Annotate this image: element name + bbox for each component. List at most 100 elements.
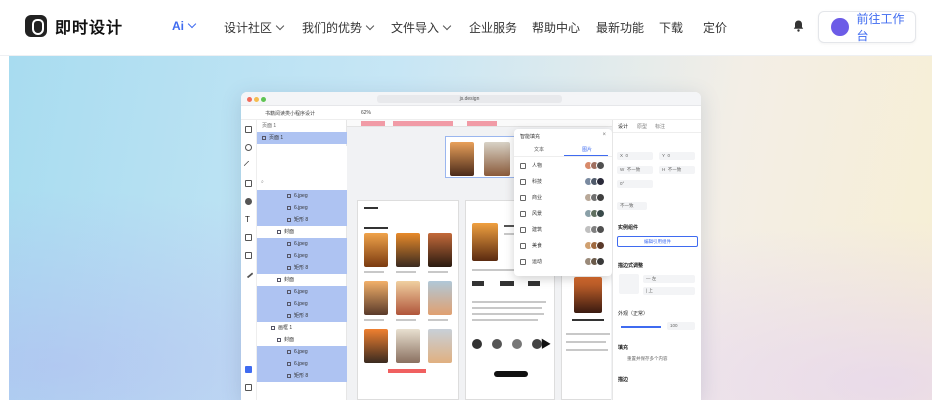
tab-prototype[interactable]: 原型 — [637, 123, 647, 130]
layers-tab-icon[interactable] — [245, 366, 252, 373]
image-tool-icon[interactable] — [245, 234, 252, 241]
chevron-down-icon — [365, 21, 375, 30]
layer-row[interactable]: 矩形 8 — [257, 214, 347, 226]
logo-icon — [25, 15, 47, 37]
nav-download[interactable]: 下载 — [659, 19, 683, 36]
avatar — [831, 18, 849, 36]
category-food[interactable]: 美食 — [520, 239, 606, 253]
fill-section-title: 填充 — [618, 345, 629, 351]
logo[interactable]: 即时设计 — [25, 14, 123, 38]
edit-component-button[interactable]: 编辑引用组件 — [617, 236, 698, 247]
layer-row[interactable]: 6.jpeg — [257, 202, 347, 214]
tab-design[interactable]: 设计 — [618, 123, 628, 130]
text-tool-icon[interactable]: T — [245, 216, 252, 224]
opacity-field[interactable]: 100 — [667, 322, 695, 330]
line-tool-icon[interactable] — [243, 160, 254, 171]
assets-tab-icon[interactable] — [245, 384, 252, 391]
layer-row[interactable]: 6.jpeg — [257, 286, 347, 298]
phone-frame-reader[interactable] — [561, 270, 611, 400]
radius-field[interactable]: 不一致 — [617, 202, 647, 210]
tab-text[interactable]: 文本 — [534, 146, 544, 153]
logo-text: 即时设计 — [55, 20, 124, 37]
close-icon[interactable]: × — [602, 132, 606, 138]
url-bar[interactable]: js.design — [377, 95, 562, 103]
layer-row[interactable]: 6.jpeg — [257, 358, 347, 370]
image-icon — [287, 241, 291, 246]
layer-row[interactable]: 矩形 8 — [257, 262, 347, 274]
ai-panel-title: 智能填充 — [520, 134, 541, 140]
horizontal-ruler — [347, 120, 612, 127]
search-field[interactable]: ⌕ — [257, 176, 347, 188]
chevron-down-icon — [275, 21, 285, 30]
category-sports[interactable]: 运动 — [520, 255, 606, 269]
rotation-field[interactable]: 0° — [617, 180, 653, 188]
layer-row[interactable]: 封面 — [257, 274, 347, 286]
mountain-icon — [520, 211, 526, 217]
nav-pricing[interactable]: 定价 — [703, 19, 727, 36]
close-dot[interactable] — [247, 97, 252, 102]
layer-row[interactable]: 画框 1 — [257, 322, 347, 334]
component-tool-icon[interactable] — [245, 252, 252, 259]
layer-row[interactable]: 封面 — [257, 226, 347, 238]
tab-annotate[interactable]: 标注 — [655, 123, 665, 130]
selected-frame[interactable] — [445, 136, 515, 178]
category-landscape[interactable]: 风景 — [520, 207, 606, 221]
nav-file-import[interactable]: 文件导入 — [391, 19, 452, 36]
layer-row[interactable]: 6.jpeg — [257, 190, 347, 202]
nav-enterprise[interactable]: 企业服务 — [469, 19, 517, 36]
category-business[interactable]: 商业 — [520, 191, 606, 205]
nav-design-community[interactable]: 设计社区 — [224, 19, 285, 36]
layer-row[interactable]: 6.jpeg — [257, 250, 347, 262]
image-icon — [287, 205, 291, 210]
y-field[interactable]: Y 0 — [659, 152, 695, 160]
layer-row[interactable]: 6.jpeg — [257, 238, 347, 250]
nav-new-features[interactable]: 最新功能 — [596, 19, 644, 36]
book-cover — [396, 281, 420, 315]
building-icon — [520, 227, 526, 233]
phone-frame-home[interactable] — [357, 200, 459, 400]
nav-ai[interactable]: Ai — [172, 19, 197, 33]
h-field[interactable]: H 不一致 — [659, 166, 695, 174]
category-architecture[interactable]: 建筑 — [520, 223, 606, 237]
page-icon — [262, 135, 266, 140]
book-cover — [364, 281, 388, 315]
person-icon — [520, 163, 526, 169]
go-to-workspace-button[interactable]: 前往工作台 — [818, 11, 916, 43]
layer-row[interactable]: 6.jpeg — [257, 346, 347, 358]
w-field[interactable]: W 不一致 — [617, 166, 653, 174]
constraint-h[interactable]: — 左 — [643, 275, 695, 283]
tab-image[interactable]: 图片 — [582, 146, 592, 153]
nav-help[interactable]: 帮助中心 — [532, 19, 580, 36]
food-icon — [520, 243, 526, 249]
fill-tool-icon[interactable] — [245, 198, 252, 205]
layer-row[interactable]: 页面 1 — [257, 132, 347, 144]
bell-icon[interactable] — [793, 20, 804, 32]
frame-tool-icon[interactable] — [245, 126, 252, 133]
layer-row[interactable]: 矩形 8 — [257, 370, 347, 382]
maximize-dot[interactable] — [261, 97, 266, 102]
zoom-level[interactable]: 62% — [361, 110, 371, 116]
constraint-v[interactable]: | 上 — [643, 287, 695, 295]
book-cover — [364, 329, 388, 363]
component-icon — [277, 337, 281, 342]
layer-row[interactable]: 封面 — [257, 334, 347, 346]
category-people[interactable]: 人物 — [520, 159, 606, 173]
book-cover — [428, 329, 452, 363]
rect-icon — [287, 265, 291, 270]
rect-icon — [287, 373, 291, 378]
layout-section-title: 描边式调整 — [618, 263, 644, 269]
project-name[interactable]: 书籍阅读类小程序设计 — [265, 110, 315, 117]
x-field[interactable]: X 0 — [617, 152, 653, 160]
pen-tool-icon[interactable] — [243, 268, 254, 279]
opacity-slider[interactable] — [621, 326, 661, 328]
constraint-widget[interactable] — [619, 274, 639, 294]
nav-advantages[interactable]: 我们的优势 — [302, 19, 375, 36]
ellipse-tool-icon[interactable] — [245, 144, 252, 151]
layer-row[interactable]: 矩形 8 — [257, 310, 347, 322]
image-icon — [287, 289, 291, 294]
layer-row[interactable]: 6.jpeg — [257, 298, 347, 310]
rect-icon — [287, 313, 291, 318]
minimize-dot[interactable] — [254, 97, 259, 102]
category-tech[interactable]: 科技 — [520, 175, 606, 189]
triangle-tool-icon[interactable] — [245, 180, 252, 187]
